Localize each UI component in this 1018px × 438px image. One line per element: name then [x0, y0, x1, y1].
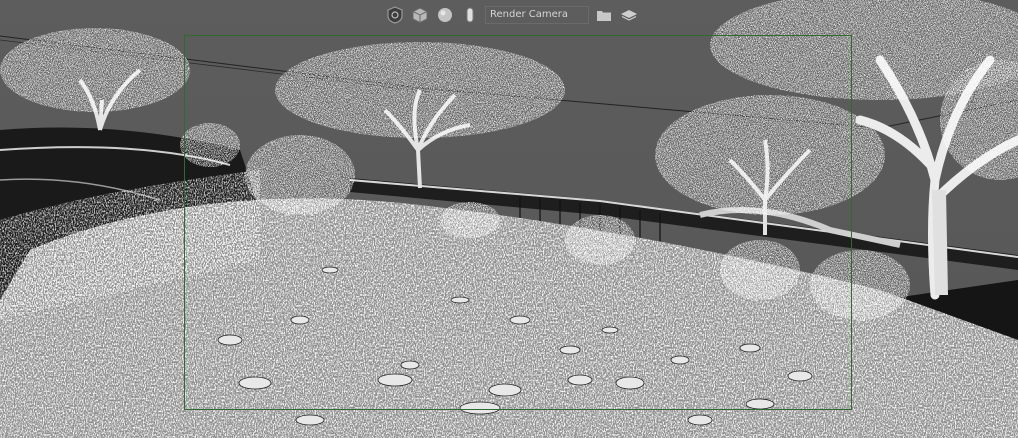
viewport-camera-toolbar: Render Camera	[385, 4, 639, 26]
folder-icon[interactable]	[594, 5, 614, 25]
viewport-3d[interactable]: Render Camera	[0, 0, 1018, 438]
camera-name-field[interactable]: Render Camera	[485, 6, 589, 24]
camera-shield-icon[interactable]	[385, 5, 405, 25]
scene-render[interactable]	[0, 0, 1018, 438]
sphere-icon[interactable]	[435, 5, 455, 25]
layers-icon[interactable]	[619, 5, 639, 25]
cube-icon[interactable]	[410, 5, 430, 25]
light-icon[interactable]	[460, 5, 480, 25]
